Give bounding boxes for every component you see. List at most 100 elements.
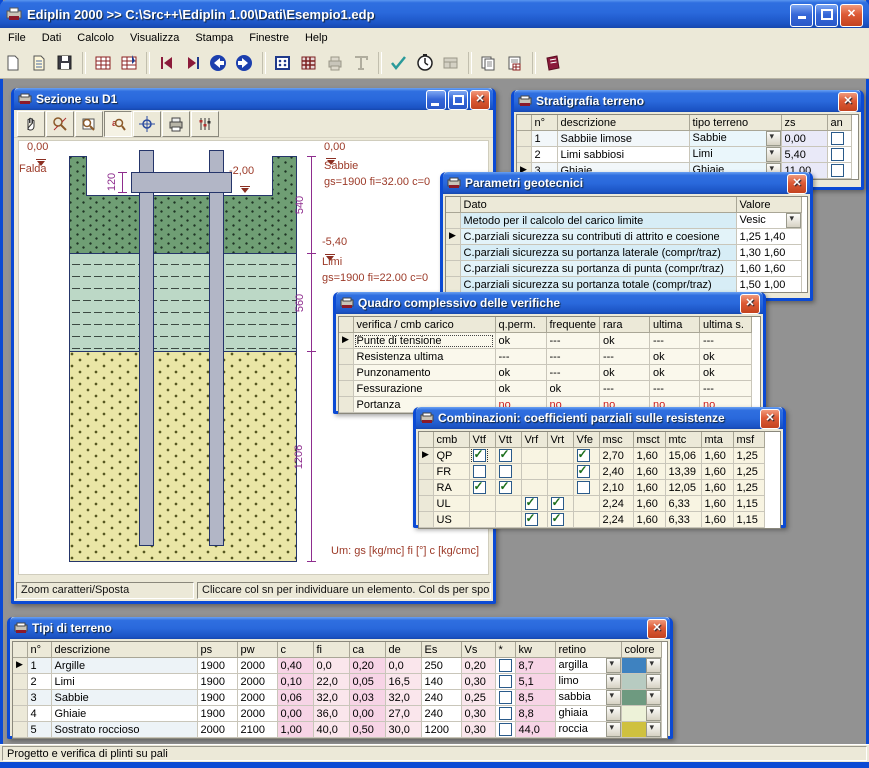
- cell-pw[interactable]: 2100: [237, 722, 277, 738]
- dropdown-button[interactable]: [646, 674, 661, 689]
- col-ca[interactable]: ca: [349, 642, 385, 658]
- cell-mta[interactable]: 1,60: [701, 512, 733, 528]
- cell-ca[interactable]: 0,50: [349, 722, 385, 738]
- col-vs[interactable]: Vs: [461, 642, 495, 658]
- cell-vfe[interactable]: [573, 448, 599, 464]
- cell-msc[interactable]: 2,70: [599, 448, 633, 464]
- cell-msf[interactable]: 1,25: [733, 448, 764, 464]
- cell-mtc[interactable]: 13,39: [665, 464, 701, 480]
- cell-kw[interactable]: 8,8: [515, 706, 555, 722]
- col-dato[interactable]: Dato: [460, 197, 736, 213]
- first-record-icon[interactable]: [155, 51, 179, 75]
- cell-msf[interactable]: 1,15: [733, 512, 764, 528]
- cell-msc[interactable]: 2,10: [599, 480, 633, 496]
- table-row[interactable]: Punzonamento ok --- ok ok ok: [339, 365, 751, 381]
- cell-mta[interactable]: 1,60: [701, 496, 733, 512]
- cell-retino[interactable]: argilla: [555, 658, 621, 674]
- dropdown-button[interactable]: [646, 722, 661, 737]
- cell-vrt[interactable]: [547, 464, 573, 480]
- cell-msf[interactable]: 1,15: [733, 496, 764, 512]
- forward-icon[interactable]: [233, 51, 257, 75]
- cell-n[interactable]: 3: [27, 690, 51, 706]
- cell-de[interactable]: 27,0: [385, 706, 421, 722]
- cell-frequente[interactable]: ---: [546, 365, 599, 381]
- stratigrafia-title-bar[interactable]: Stratigrafia terreno ✕: [514, 90, 861, 112]
- color-swatch[interactable]: [622, 690, 648, 705]
- cell-pw[interactable]: 2000: [237, 674, 277, 690]
- cell-ps[interactable]: 1900: [197, 658, 237, 674]
- cell-qperm[interactable]: ok: [495, 333, 546, 349]
- color-swatch[interactable]: [622, 722, 648, 737]
- vtf-checkbox[interactable]: [473, 465, 486, 478]
- cell-colore[interactable]: [621, 674, 661, 690]
- cell-ca[interactable]: 0,03: [349, 690, 385, 706]
- zoom-dynamic-icon[interactable]: [46, 111, 74, 137]
- cell-ps[interactable]: 1900: [197, 690, 237, 706]
- cell-ultima-s[interactable]: ---: [699, 333, 751, 349]
- cell-pw[interactable]: 2000: [237, 706, 277, 722]
- maximize-button[interactable]: [815, 4, 838, 27]
- vfe-checkbox[interactable]: [577, 481, 590, 494]
- cell-vtf[interactable]: [469, 448, 495, 464]
- table-row[interactable]: 2 Limi sabbiosi Limi 5,40: [517, 147, 851, 163]
- table-row[interactable]: US 2,24 1,60 6,33 1,60 1,15: [419, 512, 764, 528]
- cell-kw[interactable]: 5,1: [515, 674, 555, 690]
- report-icon[interactable]: [503, 51, 527, 75]
- cell-pw[interactable]: 2000: [237, 658, 277, 674]
- tipi-title-bar[interactable]: Tipi di terreno ✕: [10, 617, 670, 639]
- print-section-icon[interactable]: [162, 111, 190, 137]
- cell-ultima[interactable]: ok: [649, 365, 699, 381]
- cell-dato[interactable]: C.parziali sicurezza su contributi di at…: [460, 229, 736, 245]
- reinforcement-icon[interactable]: [297, 51, 321, 75]
- zoom-text-icon[interactable]: a: [104, 111, 132, 137]
- star-checkbox[interactable]: [499, 659, 512, 672]
- parametri-close-button[interactable]: ✕: [787, 174, 807, 194]
- cell-descrizione[interactable]: Sabbiie limose: [557, 131, 689, 147]
- cell-n[interactable]: 4: [27, 706, 51, 722]
- help-book-icon[interactable]: [541, 51, 565, 75]
- combinazioni-close-button[interactable]: ✕: [760, 409, 780, 429]
- cell-c[interactable]: 0,40: [277, 658, 313, 674]
- cell-cmb[interactable]: UL: [433, 496, 469, 512]
- dropdown-button[interactable]: [766, 147, 781, 162]
- cell-zs[interactable]: 5,40: [781, 147, 827, 163]
- cell-cmb[interactable]: RA: [433, 480, 469, 496]
- cell-kw[interactable]: 8,5: [515, 690, 555, 706]
- table-row[interactable]: QP 2,70 1,60 15,06 1,60 1,25: [419, 448, 764, 464]
- dropdown-button[interactable]: [606, 674, 621, 689]
- cell-ultima[interactable]: ok: [649, 349, 699, 365]
- compute-stopwatch-icon[interactable]: [413, 51, 437, 75]
- col-fi[interactable]: fi: [313, 642, 349, 658]
- cell-vrf[interactable]: [521, 464, 547, 480]
- cell-es[interactable]: 140: [421, 674, 461, 690]
- cell-cmb[interactable]: US: [433, 512, 469, 528]
- menu-help[interactable]: Help: [297, 32, 336, 44]
- cell-vrt[interactable]: [547, 448, 573, 464]
- cell-vrf[interactable]: [521, 480, 547, 496]
- cell-qperm[interactable]: ok: [495, 365, 546, 381]
- cell-vs[interactable]: 0,20: [461, 658, 495, 674]
- cell-n[interactable]: 1: [27, 658, 51, 674]
- cell-mta[interactable]: 1,60: [701, 448, 733, 464]
- copy-icon[interactable]: [477, 51, 501, 75]
- col-star[interactable]: *: [495, 642, 515, 658]
- table-row[interactable]: 5 Sostrato roccioso 2000 2100 1,00 40,0 …: [13, 722, 661, 738]
- cell-rara[interactable]: ---: [599, 381, 649, 397]
- table-insert-icon[interactable]: [117, 51, 141, 75]
- col-ps[interactable]: ps: [197, 642, 237, 658]
- pan-hand-icon[interactable]: [17, 111, 45, 137]
- cell-vtf[interactable]: [469, 464, 495, 480]
- dropdown-button[interactable]: [646, 706, 661, 721]
- cell-frequente[interactable]: ---: [546, 333, 599, 349]
- quadro-close-button[interactable]: ✕: [740, 294, 760, 314]
- dropdown-button[interactable]: [646, 690, 661, 705]
- cell-mta[interactable]: 1,60: [701, 480, 733, 496]
- cell-vfe[interactable]: [573, 464, 599, 480]
- vtf-checkbox[interactable]: [473, 449, 486, 462]
- star-checkbox[interactable]: [499, 675, 512, 688]
- table-row[interactable]: C.parziali sicurezza su contributi di at…: [446, 229, 801, 245]
- cell-de[interactable]: 32,0: [385, 690, 421, 706]
- cell-tipo[interactable]: Sabbie: [689, 131, 781, 147]
- cell-vs[interactable]: 0,30: [461, 674, 495, 690]
- menu-dati[interactable]: Dati: [34, 32, 70, 44]
